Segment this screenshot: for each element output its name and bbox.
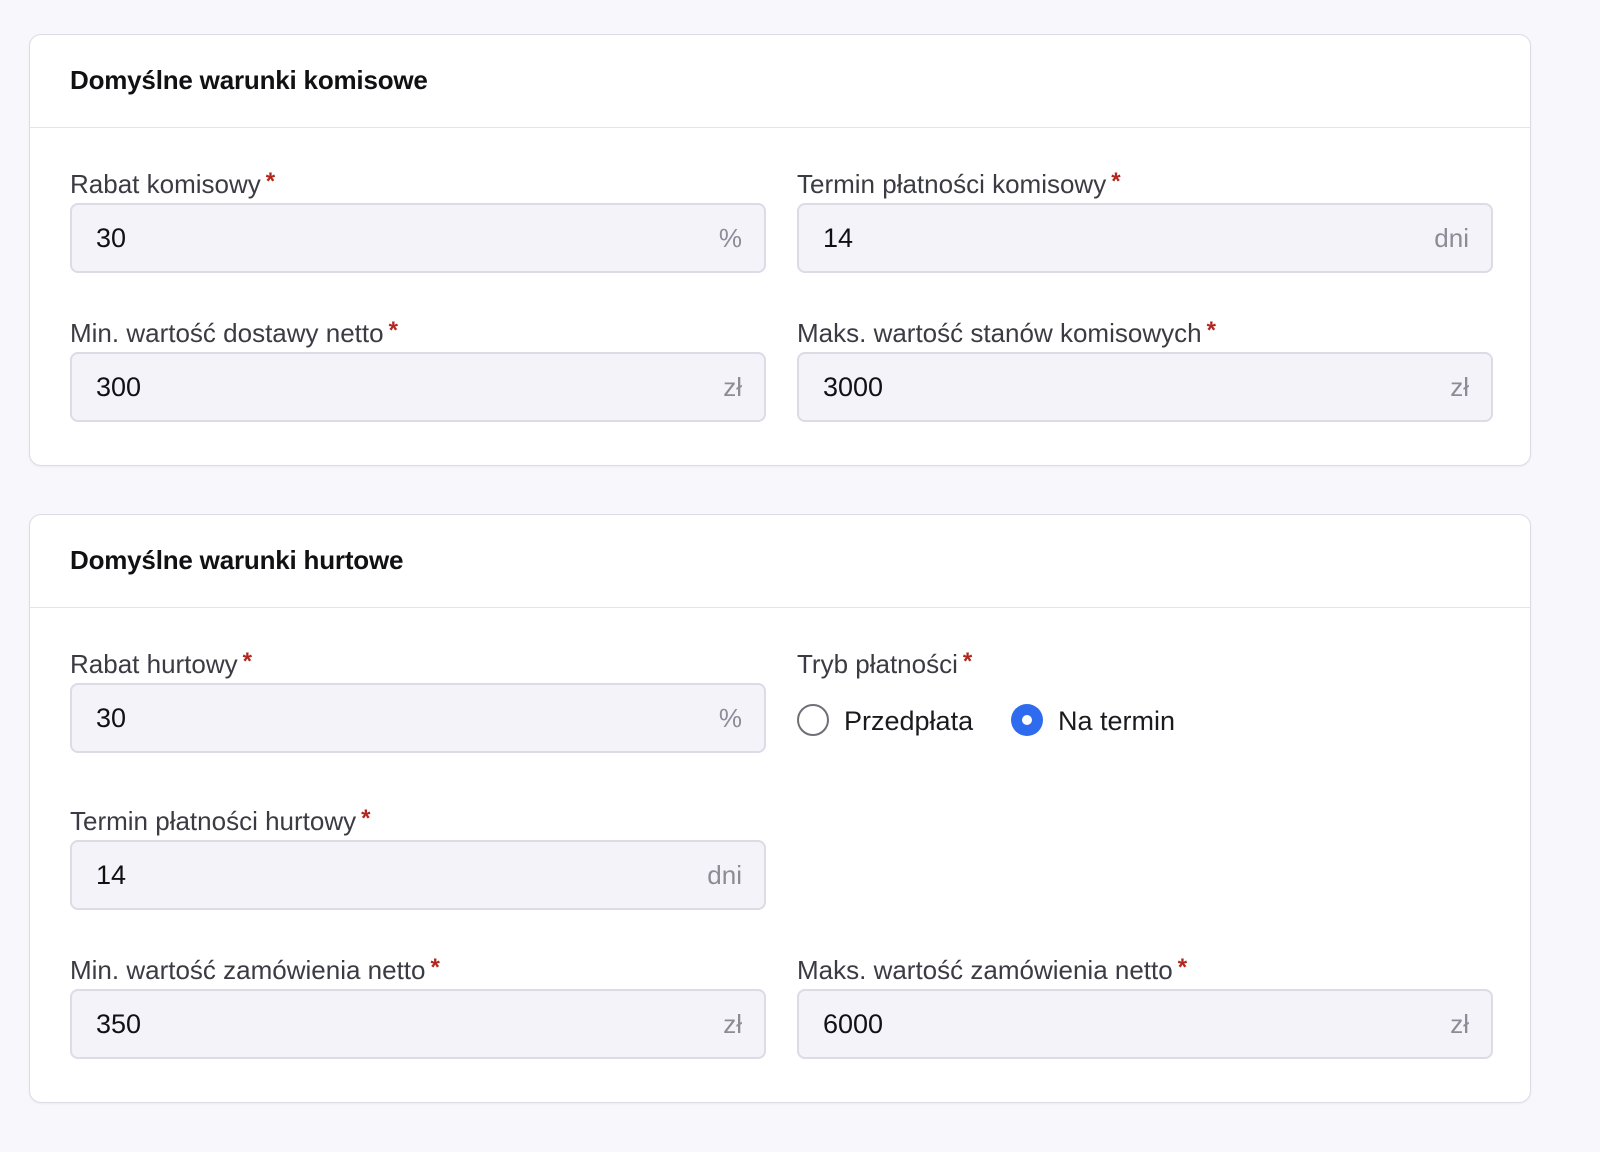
- min-delivery-value-field: Min. wartość dostawy netto* zł: [70, 316, 766, 422]
- required-asterisk: *: [388, 317, 398, 344]
- currency-suffix: zł: [723, 1009, 742, 1039]
- required-asterisk: *: [361, 805, 371, 832]
- percent-suffix: %: [718, 703, 742, 733]
- currency-suffix: zł: [1450, 1009, 1469, 1039]
- field-label: Min. wartość dostawy netto *: [70, 317, 398, 348]
- max-order-value-input[interactable]: [823, 991, 1383, 1057]
- max-consignment-stock-field: Maks. wartość stanów komisowych* zł: [797, 316, 1493, 422]
- radio-unchecked-icon[interactable]: [797, 704, 829, 736]
- radio-prepayment[interactable]: Przedpłata: [797, 701, 987, 741]
- wholesale-payment-term-field: Termin płatności hurtowy* dni: [70, 804, 766, 910]
- field-label: Min. wartość zamówienia netto *: [70, 954, 440, 985]
- field-label: Rabat komisowy *: [70, 168, 276, 199]
- required-asterisk: *: [1177, 954, 1188, 981]
- radio-label: Przedpłata: [844, 706, 974, 736]
- field-label: Termin płatności komisowy *: [797, 168, 1121, 199]
- card-header: Domyślne warunki komisowe: [30, 35, 1530, 128]
- required-asterisk: *: [962, 648, 973, 675]
- consignment-discount-input-box[interactable]: %: [70, 203, 766, 273]
- radio-deferred-payment[interactable]: Na termin: [1011, 701, 1191, 741]
- field-label: Tryb płatności *: [797, 648, 973, 679]
- max-order-value-field: Maks. wartość zamówienia netto* zł: [797, 953, 1493, 1059]
- consignment-discount-field: Rabat komisowy* %: [70, 167, 766, 273]
- consignment-terms-title: Domyślne warunki komisowe: [70, 65, 428, 95]
- consignment-discount-input[interactable]: [96, 205, 656, 271]
- wholesale-discount-input[interactable]: [96, 685, 656, 751]
- field-label: Rabat hurtowy *: [70, 648, 252, 679]
- consignment-payment-term-field: Termin płatności komisowy* dni: [797, 167, 1493, 273]
- wholesale-terms-card: Domyślne warunki hurtowe Rabat hurtowy * …: [29, 514, 1531, 1103]
- wholesale-discount-input-box[interactable]: %: [70, 683, 766, 753]
- min-order-value-input-box[interactable]: zł: [70, 989, 766, 1059]
- min-delivery-value-input[interactable]: [96, 354, 656, 420]
- percent-suffix: %: [718, 223, 742, 253]
- wholesale-discount-field: Rabat hurtowy* %: [70, 647, 766, 753]
- required-asterisk: *: [430, 954, 440, 981]
- required-asterisk: *: [242, 648, 252, 675]
- radio-label: Na termin: [1058, 706, 1176, 736]
- required-asterisk: *: [1206, 317, 1216, 344]
- currency-suffix: zł: [723, 372, 742, 402]
- consignment-terms-card: Domyślne warunki komisowe Rabat komisowy…: [29, 34, 1531, 466]
- field-label: Termin płatności hurtowy *: [70, 805, 371, 836]
- days-suffix: dni: [1434, 223, 1469, 253]
- max-order-value-input-box[interactable]: zł: [797, 989, 1493, 1059]
- min-order-value-input[interactable]: [96, 991, 656, 1057]
- max-consignment-stock-input[interactable]: [823, 354, 1383, 420]
- required-asterisk: *: [1111, 168, 1121, 195]
- max-consignment-stock-input-box[interactable]: zł: [797, 352, 1493, 422]
- consignment-payment-term-input[interactable]: [823, 205, 1383, 271]
- radio-checked-icon[interactable]: [1011, 704, 1043, 736]
- min-order-value-field: Min. wartość zamówienia netto* zł: [70, 953, 766, 1059]
- wholesale-terms-title: Domyślne warunki hurtowe: [70, 545, 404, 575]
- required-asterisk: *: [265, 168, 276, 195]
- card-header: Domyślne warunki hurtowe: [30, 515, 1530, 608]
- field-label: Maks. wartość stanów komisowych *: [797, 317, 1216, 348]
- radio-dot-icon: [1022, 715, 1032, 725]
- min-delivery-value-input-box[interactable]: zł: [70, 352, 766, 422]
- wholesale-payment-term-input-box[interactable]: dni: [70, 840, 766, 910]
- currency-suffix: zł: [1450, 372, 1469, 402]
- consignment-payment-term-input-box[interactable]: dni: [797, 203, 1493, 273]
- field-label: Maks. wartość zamówienia netto *: [797, 954, 1188, 985]
- days-suffix: dni: [707, 860, 742, 890]
- payment-mode-field: Tryb płatności * Przedpłata Na termin: [797, 647, 1493, 736]
- wholesale-payment-term-input[interactable]: [96, 842, 656, 908]
